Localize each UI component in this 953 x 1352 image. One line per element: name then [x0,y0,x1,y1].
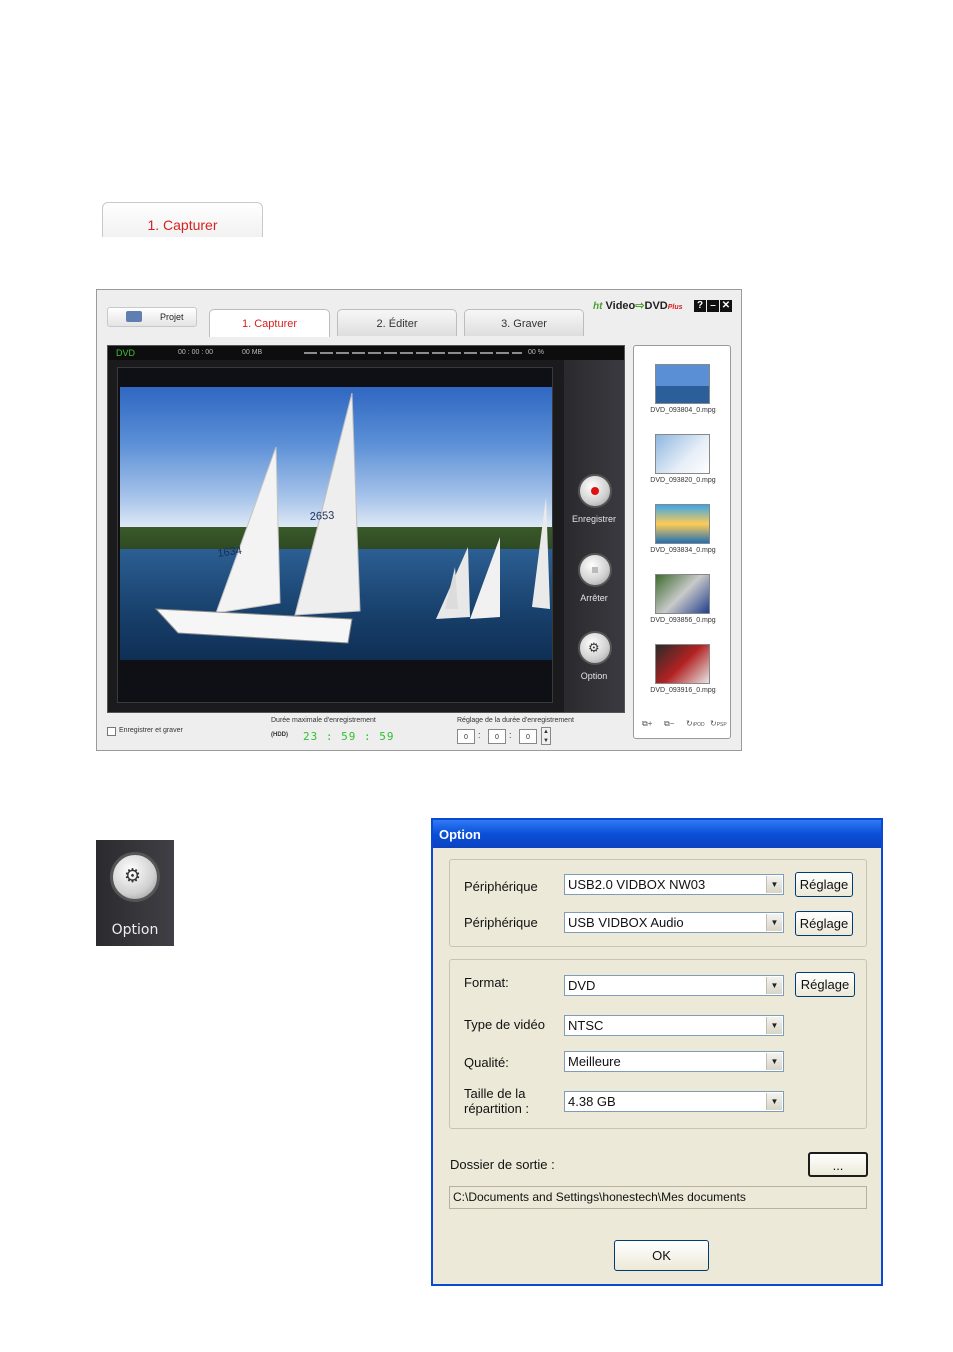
thumbnail-1[interactable] [655,364,710,404]
minutes-field[interactable]: 0 [488,729,506,744]
capture-stage: DVD 00 : 00 : 00 00 MB 00 % 2653 1634 En… [107,345,625,713]
device-group: Périphérique USB2.0 VIDBOX NW03 ▼ Réglage… [449,859,867,947]
chevron-down-icon: ▼ [766,1053,782,1070]
record-label: Enregistrer [571,514,616,524]
time-separator: : [509,730,512,740]
file-name-3[interactable]: DVD_093834_0.mpg [636,547,730,554]
chevron-down-icon: ▼ [766,1017,782,1034]
dialog-title: Option [433,820,881,848]
record-icon [591,487,599,495]
option-dialog: Option Périphérique USB2.0 VIDBOX NW03 ▼ … [431,818,883,1286]
video-type-select[interactable]: NTSC ▼ [564,1015,784,1036]
chevron-down-icon: ▼ [766,914,782,931]
video-type-label: Type de vidéo [464,1017,545,1032]
option-button-large[interactable]: ⚙ [110,852,160,902]
device2-label: Périphérique [464,915,538,930]
file-size: 00 MB [242,349,263,356]
thumbnail-5[interactable] [655,644,710,684]
logo-text: Video [605,300,636,312]
tab-edit[interactable]: 2. Éditer [337,309,457,336]
split-size-select[interactable]: 4.38 GB ▼ [564,1091,784,1112]
file-name-2[interactable]: DVD_093820_0.mpg [636,477,730,484]
duration-spinner[interactable]: ▲ ▼ [541,727,551,745]
thumbnail-4[interactable] [655,574,710,614]
time-separator: : [478,730,481,740]
file-list-panel: DVD_093804_0.mpg DVD_093820_0.mpg DVD_09… [633,345,731,739]
hours-field[interactable]: 0 [457,729,475,744]
folder-icon [126,311,142,322]
device1-label: Périphérique [464,879,538,894]
file-name-4[interactable]: DVD_093856_0.mpg [636,617,730,624]
format-select[interactable]: DVD ▼ [564,975,784,996]
option-button-closeup: ⚙ Option [96,840,174,946]
gear-icon: ⚙ [588,640,600,655]
hdd-label: (HDD) [271,732,288,738]
format-indicator: DVD [116,348,136,358]
device2-setting-button[interactable]: Réglage [795,911,853,936]
minimize-button[interactable]: – [707,300,719,312]
logo-dvd: DVD [644,300,668,312]
split-size-label: Taille de la répartition : [464,1086,530,1116]
app-window: Projet 1. Capturer 2. Éditer 3. Graver h… [96,289,742,751]
file-name-1[interactable]: DVD_093804_0.mpg [636,407,730,414]
help-button[interactable]: ? [694,300,706,312]
output-folder-label: Dossier de sortie : [450,1157,555,1172]
file-name-5[interactable]: DVD_093916_0.mpg [636,687,730,694]
chevron-down-icon: ▼ [766,977,782,994]
project-label: Projet [160,312,184,322]
stop-icon [592,567,598,573]
percent-indicator: 00 % [528,349,544,356]
max-duration-value: 23 : 59 : 59 [303,730,395,743]
format-label: Format: [464,975,509,990]
option-closeup-label: Option [111,922,159,938]
status-bar: DVD 00 : 00 : 00 00 MB 00 % [108,346,624,360]
quality-select[interactable]: Meilleure ▼ [564,1051,784,1072]
thumbnail-3[interactable] [655,504,710,544]
thumbnail-2[interactable] [655,434,710,474]
output-path-field[interactable]: C:\Documents and Settings\honestech\Mes … [449,1186,867,1209]
option-label: Option [580,671,608,681]
bottom-bar: Enregistrer et graver Durée maximale d'e… [97,712,737,750]
format-setting-button[interactable]: Réglage [795,972,855,997]
logo-arrow-icon: ⇨ [635,300,645,312]
tab-burn[interactable]: 3. Graver [464,309,584,336]
max-duration-label: Durée maximale d'enregistrement [271,717,376,724]
format-group: Format: DVD ▼ Réglage Type de vidéo NTSC ▼… [449,959,867,1129]
logo-plus: Plus [667,304,683,311]
capture-tab[interactable]: 1. Capturer [102,202,263,237]
app-logo: ht Video⇨DVDPlus [593,300,683,312]
duration-setting-label: Réglage de la durée d'enregistrement [457,717,574,724]
tab-capture[interactable]: 1. Capturer [209,309,330,337]
sail-number-1: 2653 [310,510,335,523]
stop-label: Arrêter [580,593,608,603]
sailboat-image: 2653 1634 [154,392,550,644]
elapsed-time: 00 : 00 : 00 [178,349,214,356]
close-button[interactable]: ✕ [720,300,732,312]
project-button[interactable]: Projet [107,307,197,327]
video-preview: 2653 1634 [117,367,553,703]
record-burn-checkbox[interactable] [107,727,116,736]
capture-controls: Enregistrer Arrêter ⚙ Option [564,360,624,712]
quality-label: Qualité: [464,1055,509,1070]
seconds-field[interactable]: 0 [519,729,537,744]
option-button[interactable]: ⚙ [578,631,612,665]
ok-button[interactable]: OK [614,1240,709,1271]
stop-button[interactable] [578,553,612,587]
browse-button[interactable]: ... [808,1152,868,1177]
device1-select[interactable]: USB2.0 VIDBOX NW03 ▼ [564,874,784,895]
gear-icon: ⚙ [124,865,142,887]
device1-setting-button[interactable]: Réglage [795,872,853,897]
chevron-down-icon: ▼ [766,1093,782,1110]
chevron-down-icon: ▼ [766,876,782,893]
record-burn-label: Enregistrer et graver [119,727,183,734]
record-button[interactable] [578,474,612,508]
device2-select[interactable]: USB VIDBOX Audio ▼ [564,912,784,933]
level-meter [304,352,522,354]
